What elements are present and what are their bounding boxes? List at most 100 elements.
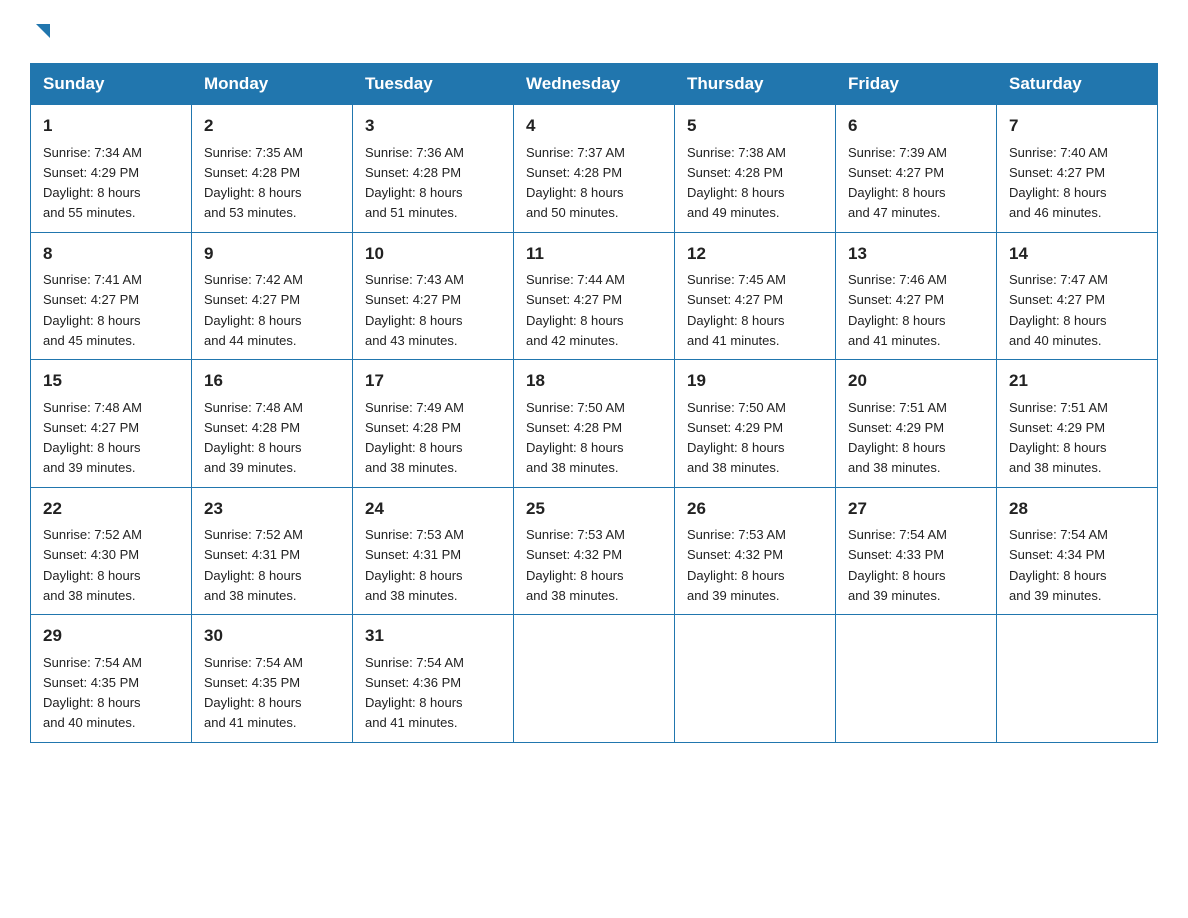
day-info: Sunrise: 7:54 AMSunset: 4:36 PMDaylight:… bbox=[365, 655, 464, 731]
day-info: Sunrise: 7:48 AMSunset: 4:27 PMDaylight:… bbox=[43, 400, 142, 476]
day-number: 17 bbox=[365, 368, 501, 394]
calendar-header-friday: Friday bbox=[836, 64, 997, 105]
day-number: 22 bbox=[43, 496, 179, 522]
calendar-header-thursday: Thursday bbox=[675, 64, 836, 105]
day-info: Sunrise: 7:39 AMSunset: 4:27 PMDaylight:… bbox=[848, 145, 947, 221]
day-info: Sunrise: 7:43 AMSunset: 4:27 PMDaylight:… bbox=[365, 272, 464, 348]
calendar-cell: 18 Sunrise: 7:50 AMSunset: 4:28 PMDaylig… bbox=[514, 360, 675, 488]
day-number: 31 bbox=[365, 623, 501, 649]
day-number: 25 bbox=[526, 496, 662, 522]
calendar-cell: 30 Sunrise: 7:54 AMSunset: 4:35 PMDaylig… bbox=[192, 615, 353, 743]
day-number: 11 bbox=[526, 241, 662, 267]
day-info: Sunrise: 7:48 AMSunset: 4:28 PMDaylight:… bbox=[204, 400, 303, 476]
day-info: Sunrise: 7:41 AMSunset: 4:27 PMDaylight:… bbox=[43, 272, 142, 348]
day-info: Sunrise: 7:38 AMSunset: 4:28 PMDaylight:… bbox=[687, 145, 786, 221]
day-number: 7 bbox=[1009, 113, 1145, 139]
calendar-cell: 1 Sunrise: 7:34 AMSunset: 4:29 PMDayligh… bbox=[31, 105, 192, 233]
calendar-cell: 11 Sunrise: 7:44 AMSunset: 4:27 PMDaylig… bbox=[514, 232, 675, 360]
calendar-cell: 4 Sunrise: 7:37 AMSunset: 4:28 PMDayligh… bbox=[514, 105, 675, 233]
logo bbox=[30, 20, 54, 43]
day-info: Sunrise: 7:54 AMSunset: 4:33 PMDaylight:… bbox=[848, 527, 947, 603]
day-info: Sunrise: 7:50 AMSunset: 4:28 PMDaylight:… bbox=[526, 400, 625, 476]
calendar-header-monday: Monday bbox=[192, 64, 353, 105]
calendar-cell: 28 Sunrise: 7:54 AMSunset: 4:34 PMDaylig… bbox=[997, 487, 1158, 615]
day-info: Sunrise: 7:53 AMSunset: 4:31 PMDaylight:… bbox=[365, 527, 464, 603]
day-info: Sunrise: 7:51 AMSunset: 4:29 PMDaylight:… bbox=[848, 400, 947, 476]
day-info: Sunrise: 7:54 AMSunset: 4:35 PMDaylight:… bbox=[204, 655, 303, 731]
calendar-cell: 6 Sunrise: 7:39 AMSunset: 4:27 PMDayligh… bbox=[836, 105, 997, 233]
calendar-cell: 29 Sunrise: 7:54 AMSunset: 4:35 PMDaylig… bbox=[31, 615, 192, 743]
day-info: Sunrise: 7:54 AMSunset: 4:34 PMDaylight:… bbox=[1009, 527, 1108, 603]
day-info: Sunrise: 7:46 AMSunset: 4:27 PMDaylight:… bbox=[848, 272, 947, 348]
calendar-cell: 8 Sunrise: 7:41 AMSunset: 4:27 PMDayligh… bbox=[31, 232, 192, 360]
calendar-cell bbox=[675, 615, 836, 743]
day-number: 28 bbox=[1009, 496, 1145, 522]
day-number: 5 bbox=[687, 113, 823, 139]
day-number: 12 bbox=[687, 241, 823, 267]
day-info: Sunrise: 7:54 AMSunset: 4:35 PMDaylight:… bbox=[43, 655, 142, 731]
day-number: 6 bbox=[848, 113, 984, 139]
calendar-cell bbox=[514, 615, 675, 743]
day-number: 26 bbox=[687, 496, 823, 522]
calendar-header-wednesday: Wednesday bbox=[514, 64, 675, 105]
calendar-cell bbox=[997, 615, 1158, 743]
day-number: 8 bbox=[43, 241, 179, 267]
day-info: Sunrise: 7:52 AMSunset: 4:31 PMDaylight:… bbox=[204, 527, 303, 603]
day-info: Sunrise: 7:35 AMSunset: 4:28 PMDaylight:… bbox=[204, 145, 303, 221]
calendar-cell: 7 Sunrise: 7:40 AMSunset: 4:27 PMDayligh… bbox=[997, 105, 1158, 233]
calendar-cell: 5 Sunrise: 7:38 AMSunset: 4:28 PMDayligh… bbox=[675, 105, 836, 233]
day-info: Sunrise: 7:34 AMSunset: 4:29 PMDaylight:… bbox=[43, 145, 142, 221]
day-number: 29 bbox=[43, 623, 179, 649]
calendar-cell: 26 Sunrise: 7:53 AMSunset: 4:32 PMDaylig… bbox=[675, 487, 836, 615]
calendar-cell: 20 Sunrise: 7:51 AMSunset: 4:29 PMDaylig… bbox=[836, 360, 997, 488]
calendar-header-tuesday: Tuesday bbox=[353, 64, 514, 105]
calendar-cell: 17 Sunrise: 7:49 AMSunset: 4:28 PMDaylig… bbox=[353, 360, 514, 488]
day-info: Sunrise: 7:51 AMSunset: 4:29 PMDaylight:… bbox=[1009, 400, 1108, 476]
day-info: Sunrise: 7:50 AMSunset: 4:29 PMDaylight:… bbox=[687, 400, 786, 476]
calendar-cell: 21 Sunrise: 7:51 AMSunset: 4:29 PMDaylig… bbox=[997, 360, 1158, 488]
day-info: Sunrise: 7:42 AMSunset: 4:27 PMDaylight:… bbox=[204, 272, 303, 348]
day-number: 3 bbox=[365, 113, 501, 139]
calendar-cell: 3 Sunrise: 7:36 AMSunset: 4:28 PMDayligh… bbox=[353, 105, 514, 233]
calendar-cell: 31 Sunrise: 7:54 AMSunset: 4:36 PMDaylig… bbox=[353, 615, 514, 743]
day-number: 19 bbox=[687, 368, 823, 394]
day-number: 1 bbox=[43, 113, 179, 139]
day-number: 20 bbox=[848, 368, 984, 394]
day-number: 10 bbox=[365, 241, 501, 267]
day-info: Sunrise: 7:44 AMSunset: 4:27 PMDaylight:… bbox=[526, 272, 625, 348]
calendar-cell: 22 Sunrise: 7:52 AMSunset: 4:30 PMDaylig… bbox=[31, 487, 192, 615]
calendar-table: SundayMondayTuesdayWednesdayThursdayFrid… bbox=[30, 63, 1158, 743]
calendar-week-row: 1 Sunrise: 7:34 AMSunset: 4:29 PMDayligh… bbox=[31, 105, 1158, 233]
day-info: Sunrise: 7:49 AMSunset: 4:28 PMDaylight:… bbox=[365, 400, 464, 476]
day-info: Sunrise: 7:37 AMSunset: 4:28 PMDaylight:… bbox=[526, 145, 625, 221]
calendar-cell: 25 Sunrise: 7:53 AMSunset: 4:32 PMDaylig… bbox=[514, 487, 675, 615]
calendar-week-row: 29 Sunrise: 7:54 AMSunset: 4:35 PMDaylig… bbox=[31, 615, 1158, 743]
calendar-header-saturday: Saturday bbox=[997, 64, 1158, 105]
day-info: Sunrise: 7:53 AMSunset: 4:32 PMDaylight:… bbox=[687, 527, 786, 603]
calendar-week-row: 22 Sunrise: 7:52 AMSunset: 4:30 PMDaylig… bbox=[31, 487, 1158, 615]
calendar-cell: 23 Sunrise: 7:52 AMSunset: 4:31 PMDaylig… bbox=[192, 487, 353, 615]
calendar-cell: 14 Sunrise: 7:47 AMSunset: 4:27 PMDaylig… bbox=[997, 232, 1158, 360]
calendar-cell: 16 Sunrise: 7:48 AMSunset: 4:28 PMDaylig… bbox=[192, 360, 353, 488]
day-number: 30 bbox=[204, 623, 340, 649]
day-number: 23 bbox=[204, 496, 340, 522]
day-number: 4 bbox=[526, 113, 662, 139]
page-header bbox=[30, 20, 1158, 43]
calendar-header-row: SundayMondayTuesdayWednesdayThursdayFrid… bbox=[31, 64, 1158, 105]
calendar-cell bbox=[836, 615, 997, 743]
calendar-cell: 27 Sunrise: 7:54 AMSunset: 4:33 PMDaylig… bbox=[836, 487, 997, 615]
logo-general-line bbox=[30, 20, 54, 47]
day-info: Sunrise: 7:47 AMSunset: 4:27 PMDaylight:… bbox=[1009, 272, 1108, 348]
day-info: Sunrise: 7:53 AMSunset: 4:32 PMDaylight:… bbox=[526, 527, 625, 603]
day-number: 2 bbox=[204, 113, 340, 139]
calendar-cell: 10 Sunrise: 7:43 AMSunset: 4:27 PMDaylig… bbox=[353, 232, 514, 360]
day-number: 14 bbox=[1009, 241, 1145, 267]
calendar-header-sunday: Sunday bbox=[31, 64, 192, 105]
day-info: Sunrise: 7:36 AMSunset: 4:28 PMDaylight:… bbox=[365, 145, 464, 221]
day-number: 18 bbox=[526, 368, 662, 394]
day-info: Sunrise: 7:45 AMSunset: 4:27 PMDaylight:… bbox=[687, 272, 786, 348]
calendar-week-row: 8 Sunrise: 7:41 AMSunset: 4:27 PMDayligh… bbox=[31, 232, 1158, 360]
calendar-cell: 13 Sunrise: 7:46 AMSunset: 4:27 PMDaylig… bbox=[836, 232, 997, 360]
logo-arrow-icon bbox=[32, 20, 54, 47]
day-number: 27 bbox=[848, 496, 984, 522]
